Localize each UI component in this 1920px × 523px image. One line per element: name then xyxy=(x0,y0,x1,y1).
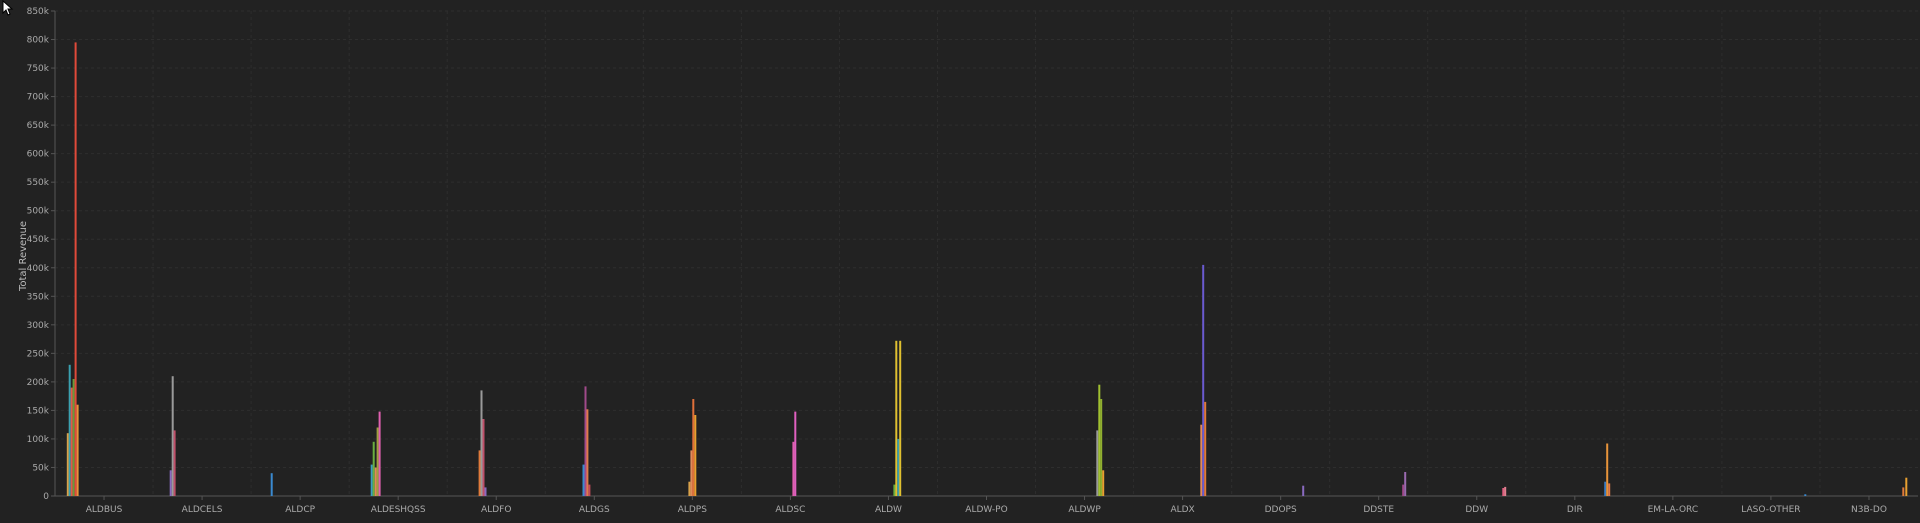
bar xyxy=(72,379,75,496)
bar xyxy=(1606,443,1609,496)
bar xyxy=(694,415,697,496)
bar xyxy=(376,427,379,496)
bar xyxy=(1200,424,1203,496)
bar xyxy=(792,441,795,496)
bar xyxy=(690,450,693,496)
bar xyxy=(66,433,69,496)
x-tick-label: ALDW-PO xyxy=(965,505,1007,515)
y-tick-label: 200k xyxy=(27,378,50,388)
x-tick-label: N3B-DO xyxy=(1851,505,1887,515)
y-tick-label: 100k xyxy=(27,435,50,445)
bar xyxy=(582,464,585,496)
bar xyxy=(1902,487,1905,496)
y-tick-label: 700k xyxy=(27,93,50,103)
x-tick-label: DDSTE xyxy=(1363,505,1394,515)
bar xyxy=(1608,483,1611,496)
bar xyxy=(897,438,900,496)
bar xyxy=(74,42,77,497)
x-tick-label: ALDESHQSS xyxy=(371,505,426,515)
bar xyxy=(692,399,695,496)
bar xyxy=(484,487,487,496)
bar xyxy=(1404,472,1407,496)
bar xyxy=(1204,401,1207,496)
bar xyxy=(1096,430,1099,496)
bar xyxy=(482,419,485,496)
x-tick-label: ALDCP xyxy=(285,505,315,515)
bar xyxy=(1905,477,1908,496)
bar xyxy=(1100,399,1103,496)
bar xyxy=(1098,384,1101,496)
axes xyxy=(51,10,1918,500)
bar xyxy=(1402,484,1405,496)
bar xyxy=(378,411,381,496)
bar xyxy=(895,340,898,496)
x-tick-label: DDW xyxy=(1465,505,1488,515)
bar xyxy=(588,484,591,496)
revenue-bar-chart: 0 50k 100k 150k 200k 250k 300k 350k 400k 450k 500k… xyxy=(18,7,1918,515)
bar xyxy=(171,376,174,496)
bar xyxy=(68,364,71,496)
y-tick-label: 300k xyxy=(27,321,50,331)
y-tick-label: 800k xyxy=(27,36,50,46)
bar xyxy=(270,473,273,496)
x-tick-label: DIR xyxy=(1567,505,1583,515)
x-tick-label: DDOPS xyxy=(1265,505,1297,515)
bar xyxy=(586,409,589,496)
x-tick-label: ALDCELS xyxy=(182,505,223,515)
y-tick-label: 0 xyxy=(43,492,49,502)
x-tick-label: ALDBUS xyxy=(86,505,123,515)
bar xyxy=(372,441,375,496)
y-tick-label: 350k xyxy=(27,292,50,302)
mouse-cursor-icon xyxy=(2,0,14,16)
chart: 0 50k 100k 150k 200k 250k 300k 350k 400k 450k 500k… xyxy=(0,0,1920,519)
y-tick-label: 150k xyxy=(27,406,50,416)
y-tick-label: 650k xyxy=(27,121,50,131)
y-tick-label: 450k xyxy=(27,235,50,245)
x-tick-label: ALDWP xyxy=(1068,505,1101,515)
bar xyxy=(584,386,587,496)
bar xyxy=(478,450,481,496)
bar xyxy=(480,390,483,496)
bar xyxy=(370,464,373,496)
y-tick-label: 600k xyxy=(27,150,50,160)
bar xyxy=(169,470,172,496)
bar xyxy=(893,484,896,496)
bar xyxy=(1604,481,1607,496)
y-tick-label: 500k xyxy=(27,207,50,217)
bar xyxy=(173,430,176,496)
bar xyxy=(1804,494,1807,496)
y-tick-label: 550k xyxy=(27,178,50,188)
bar xyxy=(899,340,902,496)
y-tick-label: 50k xyxy=(32,463,49,473)
y-tick-label: 750k xyxy=(27,64,50,74)
bar xyxy=(794,411,797,496)
y-tick-label: 400k xyxy=(27,264,50,274)
bar xyxy=(688,481,691,496)
bar xyxy=(1502,488,1505,496)
bars xyxy=(66,42,1908,497)
bar xyxy=(1504,486,1507,496)
bar xyxy=(1202,264,1205,496)
bar xyxy=(374,467,377,496)
x-tick-label: ALDPS xyxy=(678,505,708,515)
bar xyxy=(1302,485,1305,496)
y-tick-label: 850k xyxy=(27,7,50,17)
bar xyxy=(76,404,79,496)
bar xyxy=(1102,470,1105,496)
y-tick-label: 250k xyxy=(27,349,50,359)
x-tick-label: ALDGS xyxy=(579,505,610,515)
x-tick-label: LASO-OTHER xyxy=(1741,505,1800,515)
grid-lines xyxy=(55,10,1918,496)
bar xyxy=(70,387,73,496)
x-tick-label: EM-LA-ORC xyxy=(1648,505,1699,515)
x-tick-label: ALDSC xyxy=(775,505,805,515)
x-tick-label: ALDFO xyxy=(481,505,511,515)
y-axis-label: Total Revenue xyxy=(18,221,29,292)
x-tick-label: ALDW xyxy=(875,505,902,515)
x-tick-label: ALDX xyxy=(1170,505,1194,515)
